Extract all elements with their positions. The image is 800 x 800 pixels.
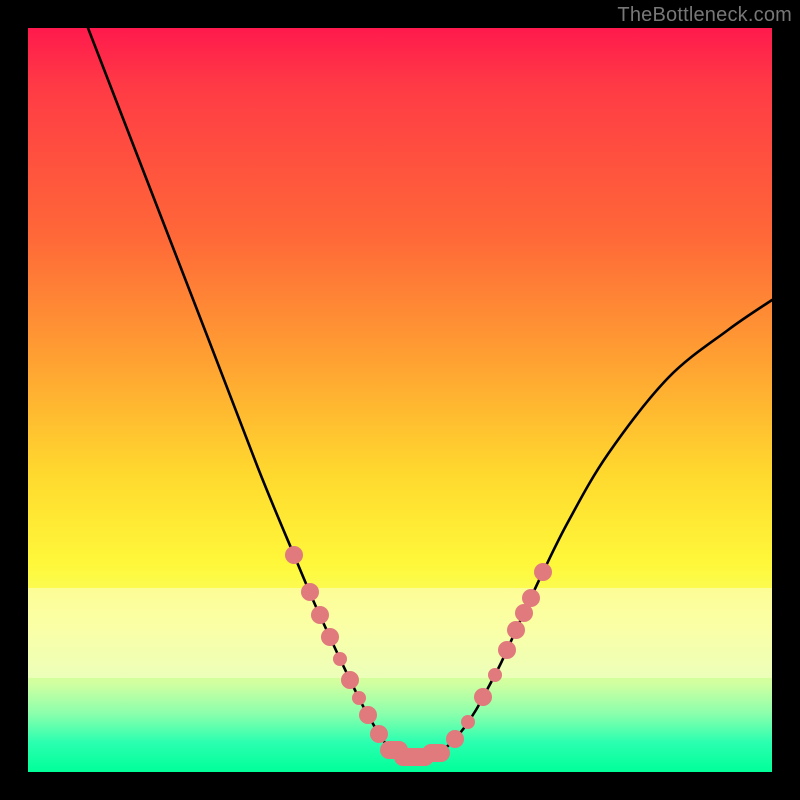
right-curve [418,300,772,757]
chart-marker [341,671,359,689]
watermark-text: TheBottleneck.com [617,4,792,27]
chart-marker [301,583,319,601]
chart-marker [321,628,339,646]
chart-marker [522,589,540,607]
chart-marker [359,706,377,724]
plot-area [28,28,772,772]
chart-marker [333,652,347,666]
chart-marker [370,725,388,743]
chart-marker [352,691,366,705]
chart-marker [461,715,475,729]
chart-marker [488,668,502,682]
curve-layer [28,28,772,772]
chart-marker [534,563,552,581]
chart-marker [474,688,492,706]
chart-marker [311,606,329,624]
left-curve [88,28,418,757]
chart-marker [446,730,464,748]
chart-marker [285,546,303,564]
chart-stage: TheBottleneck.com [0,0,800,800]
chart-marker [507,621,525,639]
chart-marker [498,641,516,659]
chart-marker [422,744,450,762]
